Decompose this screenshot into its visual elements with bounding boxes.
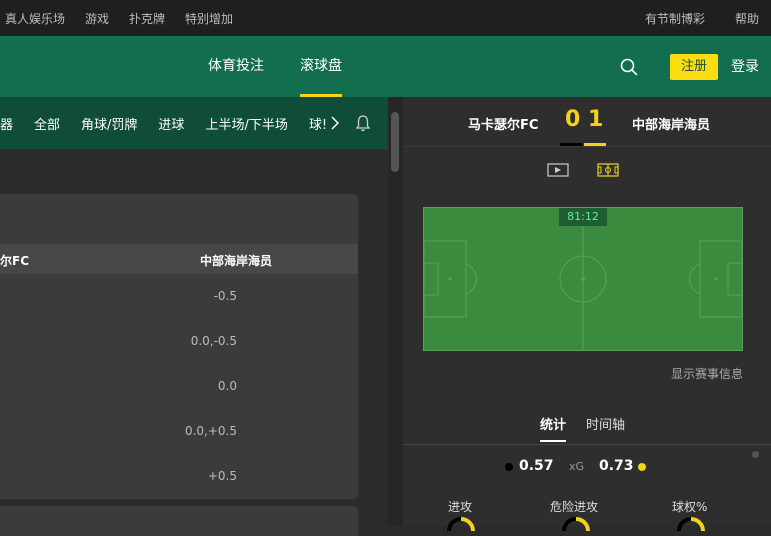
handicap-line: 0.0,+0.5 xyxy=(184,424,237,438)
market-header: 尔FC 中部海岸海员 xyxy=(0,244,358,274)
market-row[interactable]: 0.0 xyxy=(0,364,358,409)
filter-tab-halves[interactable]: 上半场/下半场 xyxy=(205,114,287,133)
filter-tab-goals[interactable]: 进球 xyxy=(158,114,184,133)
filter-tab-ball[interactable]: 球! xyxy=(309,114,327,133)
away-team-name: 中部海岸海员 xyxy=(632,118,711,133)
stat-label-dangerous-attacks: 危险进攻 xyxy=(550,500,599,514)
market-row[interactable]: 0.0,+0.5 xyxy=(0,409,358,454)
bell-icon[interactable] xyxy=(355,114,371,132)
scoreboard: 马卡瑟尔FC 0 1 中部海岸海员 xyxy=(403,97,771,147)
home-score-underline xyxy=(560,143,582,146)
xg-away: 0.73 xyxy=(599,458,634,474)
topbar-link-specials[interactable]: 特别增加 xyxy=(180,10,243,27)
show-match-info-link[interactable]: 显示赛事信息 xyxy=(671,365,743,382)
stat-label-attacks: 进攻 xyxy=(448,500,473,514)
home-color-dot xyxy=(505,463,513,471)
possession-gauge xyxy=(677,517,705,531)
topbar-link-casino[interactable]: 真人娱乐场 xyxy=(0,10,75,27)
pitch-visualizer: 81:12 xyxy=(423,207,743,351)
handicap-market-card: 尔FC 中部海岸海员 -0.5 0.0,-0.5 0.0 0.0,+0.5 +0… xyxy=(0,194,358,499)
register-button[interactable]: 注册 xyxy=(670,54,718,80)
market-row[interactable]: +0.5 xyxy=(0,454,358,499)
pitch-markings xyxy=(424,208,742,350)
divider xyxy=(403,444,771,445)
dangerous-attacks-gauge xyxy=(562,517,590,531)
handicap-line: -0.5 xyxy=(213,289,237,303)
market-panel: 器 全部 角球/罚牌 进球 上半场/下半场 球! 尔FC 中部海岸海员 -0.5… xyxy=(0,97,388,536)
login-button[interactable]: 登录 xyxy=(731,54,759,80)
match-panel: 马卡瑟尔FC 0 1 中部海岸海员 81:12 显示赛事信息 统计 时间轴 0.… xyxy=(403,97,771,531)
scroll-indicator xyxy=(752,451,759,458)
filter-tab-partial[interactable]: 器 xyxy=(0,114,13,133)
video-icon[interactable] xyxy=(547,163,569,177)
market-filter-bar: 器 全部 角球/罚牌 进球 上半场/下半场 球! xyxy=(0,97,388,149)
handicap-line: 0.0 xyxy=(217,379,237,393)
handicap-line: 0.0,-0.5 xyxy=(190,334,237,348)
filter-tab-all[interactable]: 全部 xyxy=(34,114,60,133)
search-icon[interactable] xyxy=(620,58,638,76)
away-score: 1 xyxy=(588,107,604,132)
market-row[interactable]: 0.0,-0.5 xyxy=(0,319,358,364)
nav-sports[interactable]: 体育投注 xyxy=(208,36,264,97)
handicap-line: +0.5 xyxy=(207,469,237,483)
attacks-gauge xyxy=(447,517,475,531)
stat-label-possession: 球权% xyxy=(672,500,708,514)
xg-label: xG xyxy=(569,460,585,473)
market-away-team: 中部海岸海员 xyxy=(200,254,273,268)
tab-stats[interactable]: 统计 xyxy=(540,414,567,442)
xg-home: 0.57 xyxy=(519,458,554,474)
topbar-link-responsible-gambling[interactable]: 有节制博彩 xyxy=(645,10,705,27)
next-market-card xyxy=(0,506,358,536)
home-score: 0 xyxy=(565,107,581,132)
away-color-dot xyxy=(638,463,646,471)
pitch-view-icon[interactable] xyxy=(597,163,619,177)
topbar-link-games[interactable]: 游戏 xyxy=(80,10,119,27)
chevron-right-icon[interactable] xyxy=(331,116,340,130)
topbar-link-poker[interactable]: 扑克牌 xyxy=(124,10,175,27)
home-team-name: 马卡瑟尔FC xyxy=(468,118,539,133)
topbar-link-help[interactable]: 帮助 xyxy=(735,10,759,27)
main-nav: 体育投注 滚球盘 xyxy=(208,36,378,97)
tab-timeline[interactable]: 时间轴 xyxy=(586,414,625,433)
nav-in-play[interactable]: 滚球盘 xyxy=(300,36,342,97)
match-clock: 81:12 xyxy=(559,208,607,226)
scrollbar[interactable] xyxy=(391,112,399,172)
filter-tab-corners-cards[interactable]: 角球/罚牌 xyxy=(81,114,137,133)
market-row[interactable]: -0.5 xyxy=(0,274,358,319)
main-header: 体育投注 滚球盘 注册 登录 xyxy=(0,36,771,97)
top-bar: 真人娱乐场 游戏 扑克牌 特别增加 有节制博彩 帮助 xyxy=(0,0,771,36)
market-home-team: 尔FC xyxy=(0,254,30,268)
away-score-underline xyxy=(584,143,606,146)
